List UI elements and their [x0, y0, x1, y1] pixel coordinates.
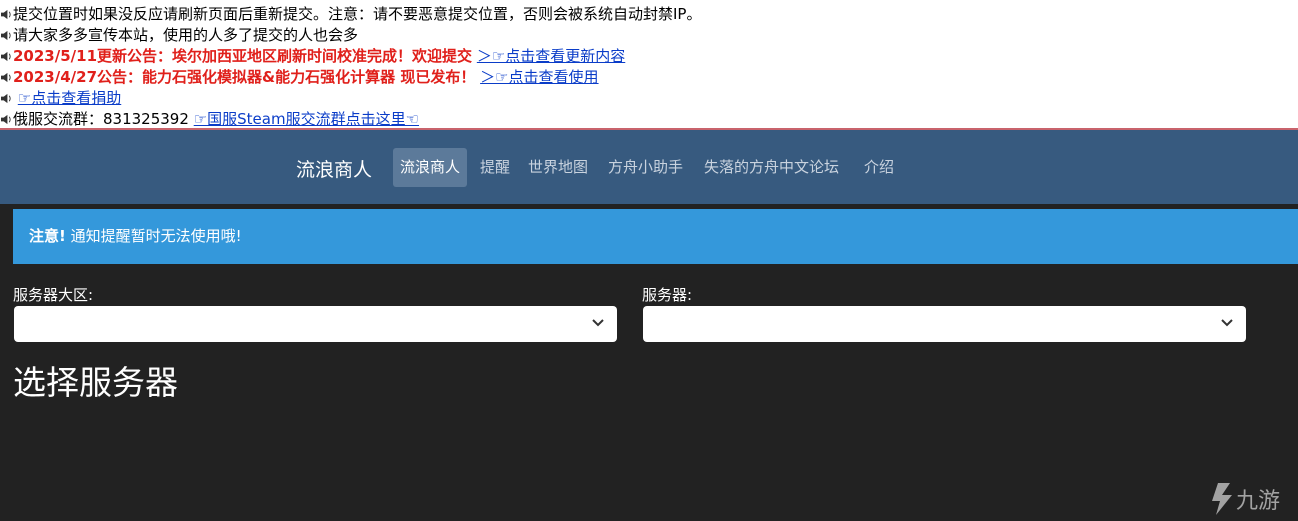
nav-item-world-map[interactable]: 世界地图: [521, 148, 595, 187]
navbar: 流浪商人 流浪商人 提醒 世界地图 方舟小助手 失落的方舟中文论坛 介绍: [0, 130, 1298, 204]
update-notice-text: 2023/5/11更新公告：埃尔加西亚地区刷新时间校准完成！欢迎提交: [13, 47, 473, 65]
watermark-logo: 九游: [1204, 479, 1296, 519]
notice-line: 俄服交流群：831325392 ☞国服Steam服交流群点击这里☜: [0, 109, 1298, 130]
notice-line: 请大家多多宣传本站，使用的人多了提交的人也会多: [0, 25, 1298, 46]
notice-line: 2023/5/11更新公告：埃尔加西亚地区刷新时间校准完成！欢迎提交 ＞☞点击查…: [0, 46, 1298, 67]
region-label: 服务器大区:: [13, 286, 94, 304]
speaker-icon: [1, 114, 11, 125]
region-select[interactable]: [14, 306, 617, 342]
alert-text: 通知提醒暂时无法使用哦!: [65, 227, 242, 245]
nav-item-forum[interactable]: 失落的方舟中文论坛: [697, 148, 846, 187]
app-container: 流浪商人 流浪商人 提醒 世界地图 方舟小助手 失落的方舟中文论坛 介绍 注意!…: [0, 130, 1298, 521]
speaker-icon: [1, 72, 11, 83]
update-details-link[interactable]: ＞☞点击查看更新内容: [477, 47, 625, 65]
notice-line: 提交位置时如果没反应请刷新页面后重新提交。注意：请不要恶意提交位置，否则会被系统…: [0, 4, 1298, 25]
jiuyou-logo-icon: 九游: [1212, 483, 1280, 515]
server-label: 服务器:: [642, 286, 693, 304]
notice-text: 请大家多多宣传本站，使用的人多了提交的人也会多: [13, 26, 359, 44]
brand-link[interactable]: 流浪商人: [296, 155, 372, 182]
steam-group-link[interactable]: ☞国服Steam服交流群点击这里☜: [194, 110, 419, 128]
watermark-text: 九游: [1236, 489, 1280, 514]
page-title: 选择服务器: [13, 363, 178, 402]
usage-link[interactable]: ＞☞点击查看使用: [480, 68, 598, 86]
qq-group-text: 俄服交流群：831325392: [13, 110, 189, 128]
notice-text: 提交位置时如果没反应请刷新页面后重新提交。注意：请不要恶意提交位置，否则会被系统…: [13, 5, 702, 23]
chevron-down-icon: [592, 319, 604, 327]
notice-line: 2023/4/27公告：能力石强化模拟器&能力石强化计算器 现已发布！ ＞☞点击…: [0, 67, 1298, 88]
alert-strong: 注意!: [29, 227, 66, 245]
alert-banner: 注意! 通知提醒暂时无法使用哦!: [13, 209, 1298, 264]
speaker-icon: [1, 30, 11, 41]
nav-item-about[interactable]: 介绍: [857, 148, 901, 187]
notice-line: ☞点击查看捐助: [0, 88, 1298, 109]
speaker-icon: [1, 9, 11, 20]
nav-item-reminder[interactable]: 提醒: [473, 148, 517, 187]
chevron-down-icon: [1221, 319, 1233, 327]
release-notice-text: 2023/4/27公告：能力石强化模拟器&能力石强化计算器 现已发布！: [13, 68, 476, 86]
notice-board: 提交位置时如果没反应请刷新页面后重新提交。注意：请不要恶意提交位置，否则会被系统…: [0, 0, 1298, 128]
server-select[interactable]: [643, 306, 1246, 342]
donate-link[interactable]: ☞点击查看捐助: [18, 89, 121, 107]
speaker-icon: [1, 51, 11, 62]
nav-item-wandering-merchant[interactable]: 流浪商人: [393, 148, 468, 187]
nav-item-ark-helper[interactable]: 方舟小助手: [601, 148, 690, 187]
speaker-icon: [1, 93, 11, 104]
